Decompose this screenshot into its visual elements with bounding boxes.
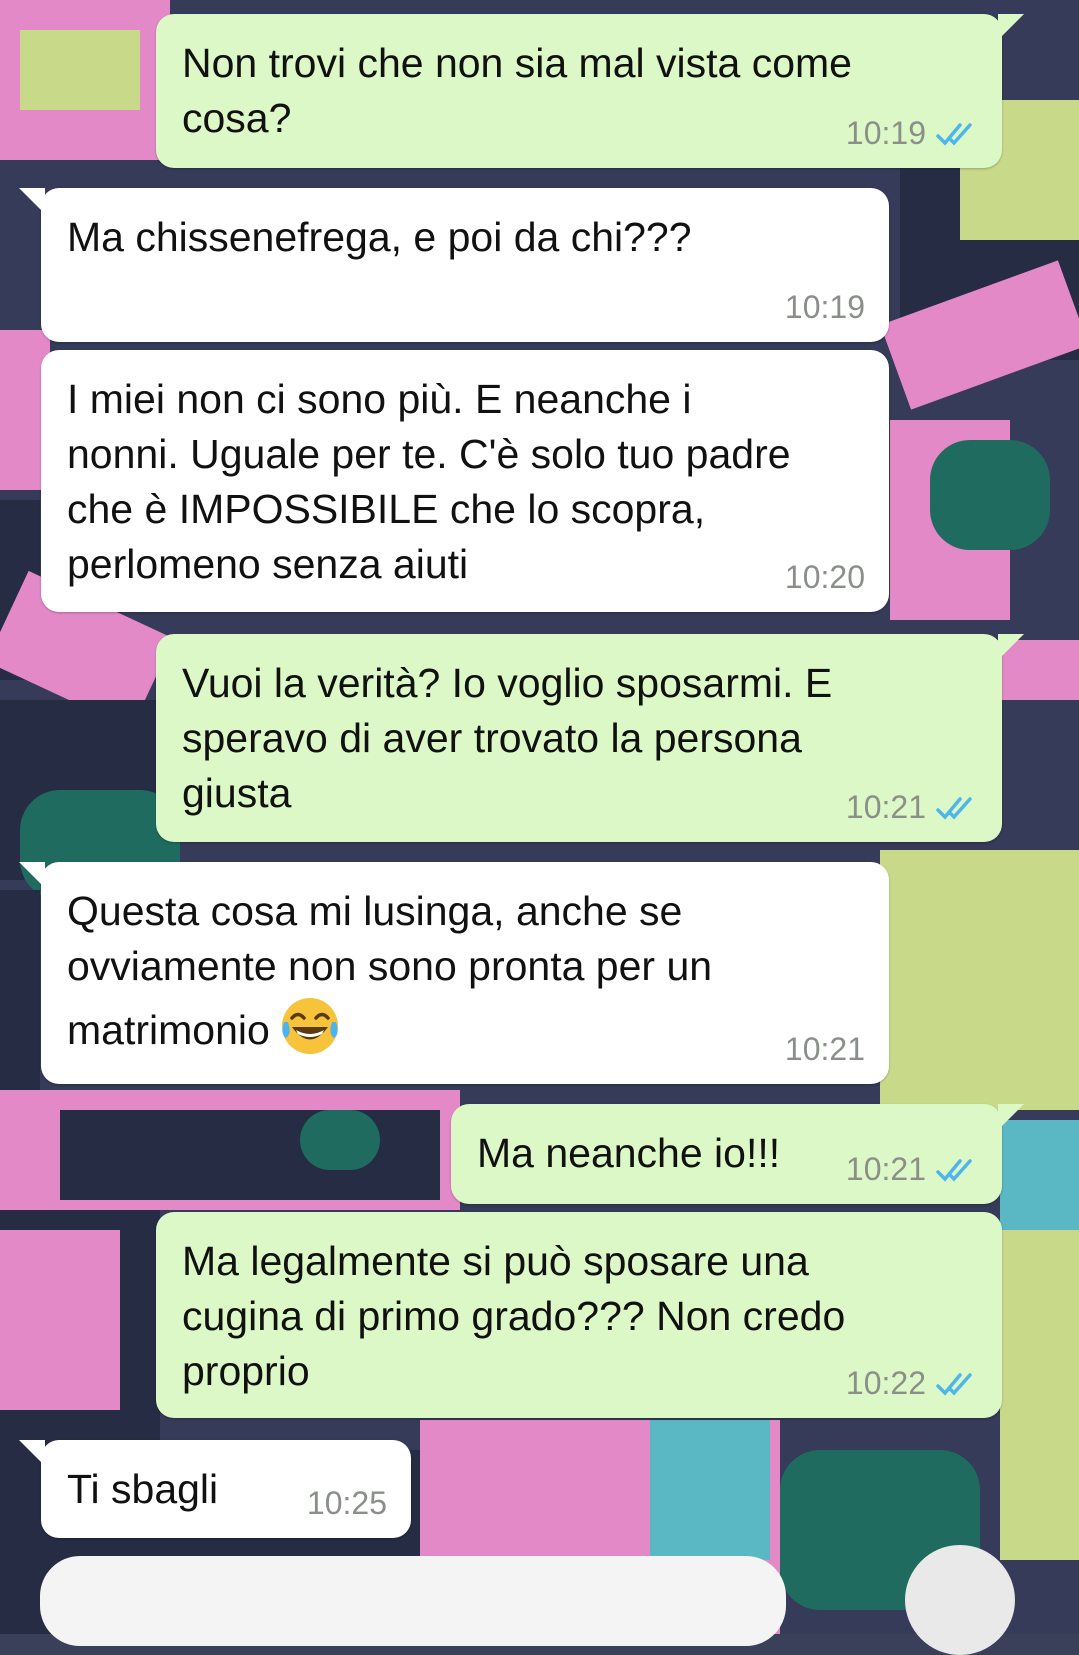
message-outgoing[interactable]: Non trovi che non sia mal vista come cos… [156,14,1024,168]
send-button[interactable] [905,1545,1015,1655]
message-time: 10:20 [784,559,865,595]
message-time: 10:21 [845,1151,926,1187]
message-line: matrimonio [67,1007,270,1053]
chat-conversation: Non trovi che non sia mal vista come cos… [0,0,1079,1634]
message-meta: 10:21 [846,1151,978,1188]
message-meta: 10:19 [846,115,978,152]
message-meta: 10:21 [785,1031,865,1068]
message-line: Questa cosa mi lusinga, anche se [67,888,683,934]
message-outgoing[interactable]: Ma legalmente si può sposare una cugina … [156,1212,1002,1418]
message-text: I miei non ci sono più. E neanche i nonn… [67,376,791,587]
message-incoming[interactable]: I miei non ci sono più. E neanche i nonn… [41,350,889,612]
read-ticks-icon [936,1158,972,1182]
message-time: 10:21 [784,1031,865,1067]
read-ticks-icon [936,1372,972,1396]
message-text: Questa cosa mi lusinga, anche se ovviame… [67,884,863,1058]
message-time: 10:19 [784,289,865,325]
message-text: Ma chissenefrega, e poi da chi??? [67,214,692,260]
face-with-tears-of-joy-icon [281,998,338,1054]
message-input-field[interactable] [40,1556,786,1646]
message-outgoing[interactable]: Ma neanche io!!! 10:21 [451,1104,1024,1204]
message-meta: 10:20 [785,559,865,596]
message-time: 10:25 [306,1485,387,1521]
message-incoming[interactable]: Questa cosa mi lusinga, anche se ovviame… [19,862,889,1084]
message-meta: 10:25 [307,1485,387,1522]
read-ticks-icon [936,796,972,820]
read-ticks-icon [936,122,972,146]
message-incoming[interactable]: Ma chissenefrega, e poi da chi??? 10:19 [19,188,889,342]
message-time: 10:19 [845,115,926,151]
message-meta: 10:19 [785,289,865,326]
message-line: ovviamente non sono pronta per un [67,943,713,989]
message-time: 10:22 [845,1365,926,1401]
message-outgoing[interactable]: Vuoi la verità? Io voglio sposarmi. E sp… [156,634,1024,842]
message-incoming[interactable]: Ti sbagli 10:25 [19,1440,411,1538]
message-time: 10:21 [845,789,926,825]
message-meta: 10:21 [846,789,978,826]
message-meta: 10:22 [846,1365,978,1402]
